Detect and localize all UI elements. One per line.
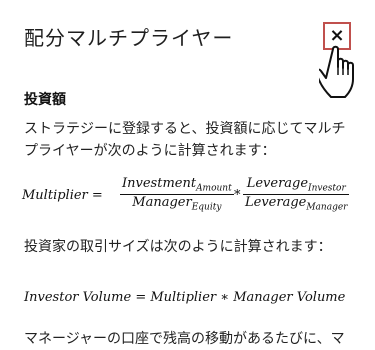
section-heading: 投資額 (24, 92, 66, 108)
fraction-denominator-sub: Equity (191, 202, 222, 213)
paragraph-intro: ストラテジーに登録すると、投資額に応じてマルチプライヤーが次のように計算されます… (24, 121, 346, 159)
formula-lhs: Multiplier = (22, 188, 103, 203)
fraction-investment-equity: InvestmentAmount ManagerEquity (120, 176, 234, 212)
paragraph-investor-volume: 投資家の取引サイズは次のように計算されます： (24, 239, 332, 255)
fraction-denominator: Manager (132, 194, 192, 210)
fraction-numerator-sub: Investor (308, 183, 346, 194)
fraction-numerator: Investment (122, 176, 197, 191)
fraction-denominator: Leverage (245, 194, 307, 210)
multiplier-formula: Multiplier = InvestmentAmount ManagerEqu… (22, 176, 367, 220)
multiply-operator: * (234, 188, 241, 203)
investor-volume-formula: Investor Volume = Multiplier ∗ Manager V… (24, 290, 346, 305)
fraction-leverage: LeverageInvestor LeverageManager (243, 176, 350, 213)
fraction-numerator-sub: Amount (196, 183, 232, 194)
close-icon: × (329, 25, 345, 46)
page-title: 配分マルチプライヤー (24, 26, 234, 50)
paragraph-balance: マネージャーの口座で残高の移動があるたびに、マ (24, 331, 345, 347)
hand-pointer-cursor-icon (319, 45, 354, 98)
fraction-numerator: Leverage (246, 176, 309, 191)
fraction-denominator-sub: Manager (306, 202, 348, 213)
